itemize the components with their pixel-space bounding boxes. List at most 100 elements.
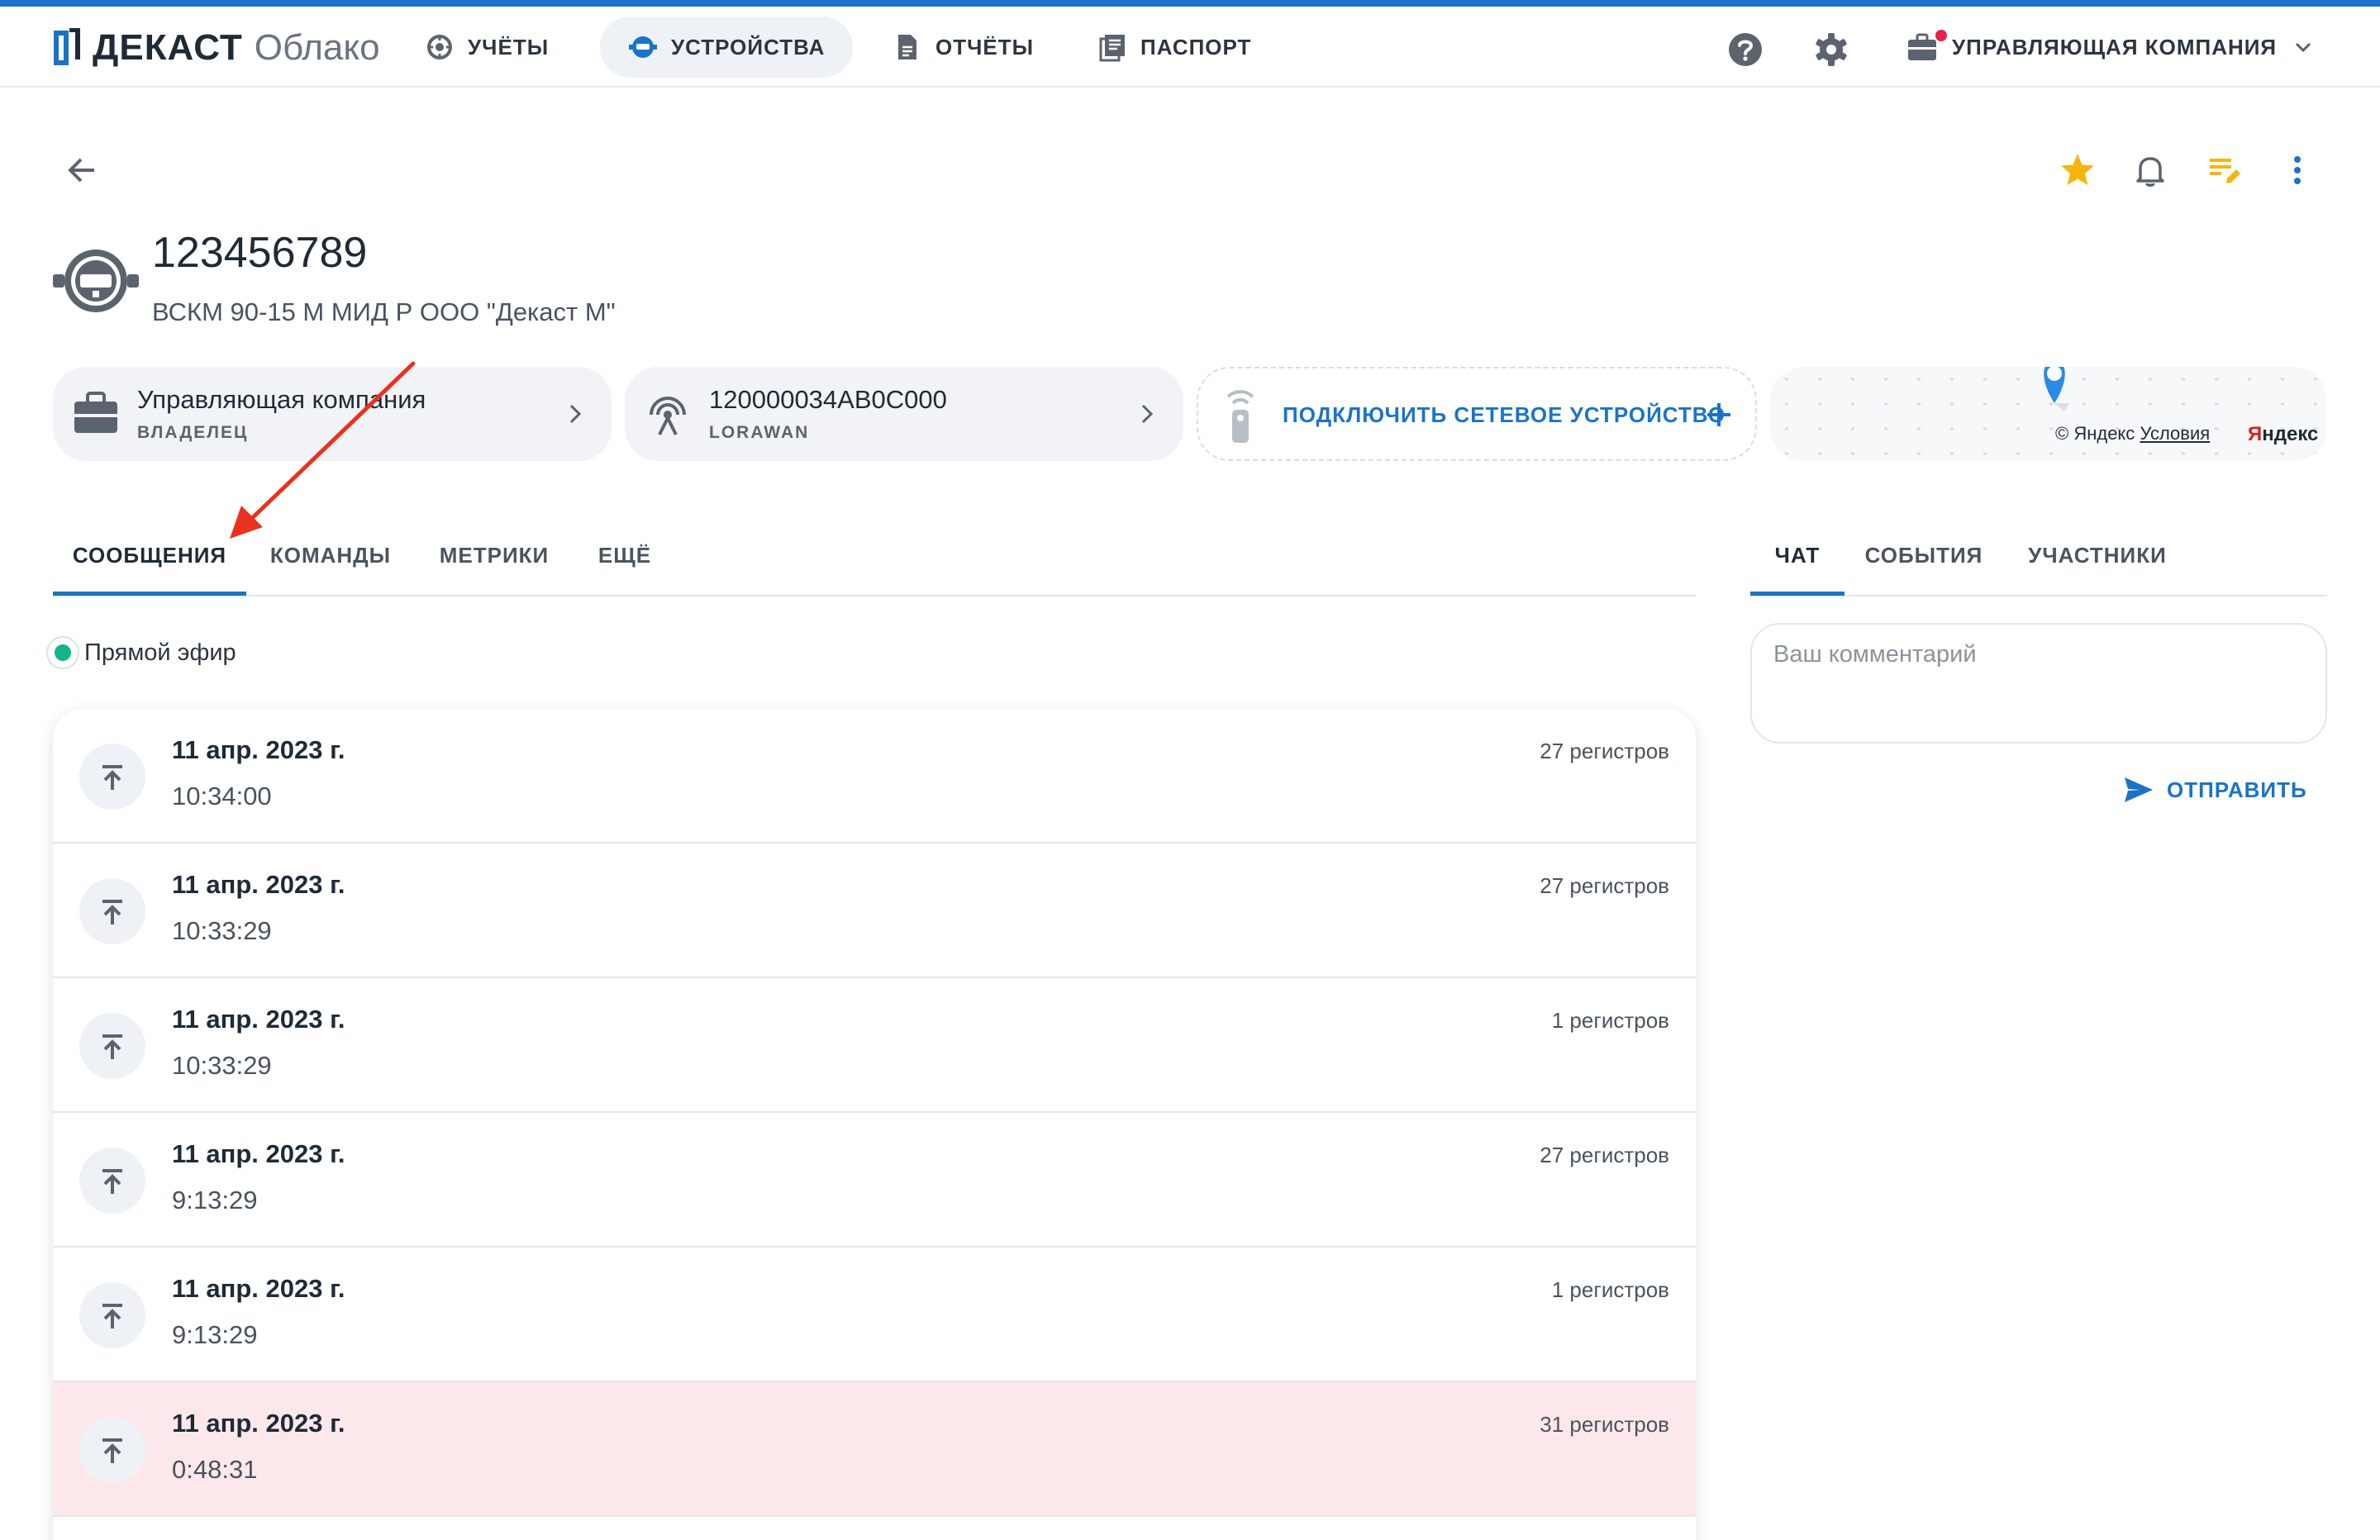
tab-messages[interactable]: СООБЩЕНИЯ xyxy=(53,517,246,593)
message-time: 9:13:29 xyxy=(172,1186,258,1214)
message-date: 11 апр. 2023 г. xyxy=(172,1139,345,1168)
message-time: 9:13:29 xyxy=(172,1320,258,1349)
network-id: 120000034AB0C000 xyxy=(709,385,947,414)
edit-list-icon[interactable] xyxy=(2205,150,2244,190)
message-list: 11 апр. 2023 г. 10:34:00 27 регистров 11… xyxy=(53,709,1696,1540)
briefcase-icon xyxy=(1908,33,1936,60)
send-label: ОТПРАВИТЬ xyxy=(2167,777,2307,802)
nav-label: ПАСПОРТ xyxy=(1140,34,1252,59)
star-icon[interactable] xyxy=(2058,150,2097,190)
top-accent-stripe xyxy=(0,0,2380,7)
gear-icon[interactable] xyxy=(1813,31,1849,68)
connect-label: ПОДКЛЮЧИТЬ СЕТЕВОЕ УСТРОЙСТВО xyxy=(1283,402,1726,427)
message-registers: 31 регистров xyxy=(1540,1412,1669,1437)
message-registers: 27 регистров xyxy=(1540,1143,1669,1167)
device-title: 123456789 xyxy=(152,229,368,277)
help-icon[interactable] xyxy=(1727,31,1764,68)
plus-icon xyxy=(1707,403,1730,426)
logo-brand: ДЕКАСТ xyxy=(93,27,243,68)
message-time: 10:34:00 xyxy=(172,782,272,810)
tab-commands[interactable]: КОМАНДЫ xyxy=(258,517,403,593)
owner-card[interactable]: Управляющая компания ВЛАДЕЛЕЦ xyxy=(53,367,612,461)
top-bar: ДЕКАСТ Облако УЧЁТЫ УСТРОЙСТВА ОТЧЁТЫ ПА… xyxy=(0,7,2380,88)
document-icon xyxy=(898,35,916,59)
live-radio[interactable] xyxy=(46,636,79,669)
connect-network-device-card[interactable]: ПОДКЛЮЧИТЬ СЕТЕВОЕ УСТРОЙСТВО xyxy=(1197,367,1757,461)
briefcase-icon xyxy=(74,392,117,433)
notification-dot xyxy=(1935,30,1947,41)
company-switcher[interactable]: УПРАВЛЯЮЩАЯ КОМПАНИЯ xyxy=(1906,17,2316,78)
message-date: 11 апр. 2023 г. xyxy=(172,1005,345,1034)
logo-mark-icon xyxy=(54,28,80,65)
map-copyright: © Яндекс Условия xyxy=(2055,423,2210,444)
live-toggle[interactable]: Прямой эфир xyxy=(46,636,236,669)
tab-chat[interactable]: ЧАТ xyxy=(1750,517,1844,593)
message-row[interactable]: 11 апр. 2023 г. 9:13:29 27 регистров xyxy=(53,1113,1696,1248)
upload-icon xyxy=(79,1417,145,1483)
upload-icon xyxy=(79,1148,145,1214)
more-vertical-icon[interactable] xyxy=(2278,150,2317,190)
meter-icon xyxy=(427,35,452,59)
remote-signal-icon xyxy=(1226,390,1254,443)
live-label: Прямой эфир xyxy=(84,639,236,666)
message-registers: 1 регистров xyxy=(1551,1008,1669,1033)
yandex-logo-rest: ндекс xyxy=(2262,423,2319,445)
message-registers: 1 регистров xyxy=(1551,1277,1669,1302)
tab-events[interactable]: СОБЫТИЯ xyxy=(1859,517,1988,593)
message-time: 10:33:29 xyxy=(172,1051,272,1080)
message-registers: 27 регистров xyxy=(1540,739,1669,763)
chevron-right-icon xyxy=(1141,404,1154,424)
device-icon xyxy=(629,36,657,58)
tabs-divider xyxy=(53,595,1696,597)
passport-icon xyxy=(1099,35,1125,62)
map-preview[interactable]: © Яндекс Условия Яндекс xyxy=(1770,367,2327,461)
upload-icon xyxy=(79,878,145,944)
map-terms-link[interactable]: Условия xyxy=(2140,423,2210,444)
map-pin-icon xyxy=(2044,367,2069,411)
network-card[interactable]: 120000034AB0C000 LORAWAN xyxy=(625,367,1183,461)
nav-label: УСТРОЙСТВА xyxy=(671,34,826,59)
yandex-logo[interactable]: Яндекс xyxy=(2248,423,2318,446)
bell-icon[interactable] xyxy=(2130,150,2170,190)
message-row-alert[interactable]: 11 апр. 2023 г. 0:48:31 31 регистров xyxy=(53,1382,1696,1517)
antenna-icon xyxy=(650,397,686,435)
nav-item-passport[interactable]: ПАСПОРТ xyxy=(1069,17,1279,78)
nav-item-devices[interactable]: УСТРОЙСТВА xyxy=(600,17,854,78)
upload-icon xyxy=(79,1282,145,1348)
owner-name: Управляющая компания xyxy=(137,385,426,414)
message-row[interactable]: 11 апр. 2023 г. 9:13:29 1 регистров xyxy=(53,1248,1696,1382)
map-copyright-text: © Яндекс xyxy=(2055,423,2135,444)
message-date: 11 апр. 2023 г. xyxy=(172,1274,345,1303)
logo-subtitle: Облако xyxy=(254,27,380,68)
back-arrow-icon[interactable] xyxy=(63,150,102,190)
network-protocol: LORAWAN xyxy=(709,423,810,442)
owner-caption: ВЛАДЕЛЕЦ xyxy=(137,423,249,442)
message-time: 10:33:29 xyxy=(172,916,272,945)
message-date: 11 апр. 2023 г. xyxy=(172,1409,345,1438)
message-date: 11 апр. 2023 г. xyxy=(172,870,345,899)
active-tab-indicator xyxy=(53,592,246,596)
nav-label: ОТЧЁТЫ xyxy=(935,34,1035,59)
message-date: 11 апр. 2023 г. xyxy=(172,735,345,764)
tab-more[interactable]: ЕЩЁ xyxy=(585,517,664,593)
chevron-right-icon xyxy=(569,404,582,424)
message-row[interactable]: 11 апр. 2023 г. 10:33:29 1 регистров xyxy=(53,978,1696,1113)
nav-item-accounts[interactable]: УЧЁТЫ xyxy=(397,17,577,78)
message-row[interactable]: 11 апр. 2023 г. 10:34:00 27 регистров xyxy=(53,709,1696,844)
app-logo[interactable]: ДЕКАСТ Облако xyxy=(53,25,380,71)
chevron-down-icon xyxy=(2296,42,2311,53)
message-row[interactable]: 11 апр. 2023 г. 10:33:29 27 регистров xyxy=(53,844,1696,978)
send-icon xyxy=(2125,777,2153,802)
upload-icon xyxy=(79,744,145,810)
nav-label: УЧЁТЫ xyxy=(468,34,550,59)
message-time: 0:48:31 xyxy=(172,1455,258,1484)
comment-input[interactable] xyxy=(1750,623,2327,744)
tab-metrics[interactable]: МЕТРИКИ xyxy=(425,517,564,593)
water-meter-icon xyxy=(53,250,139,312)
tab-members[interactable]: УЧАСТНИКИ xyxy=(2016,517,2178,593)
send-button[interactable]: ОТПРАВИТЬ xyxy=(2122,770,2307,810)
yandex-logo-first-letter: Я xyxy=(2248,423,2263,445)
active-side-tab-indicator xyxy=(1750,592,1844,596)
nav-item-reports[interactable]: ОТЧЁТЫ xyxy=(864,17,1062,78)
company-label: УПРАВЛЯЮЩАЯ КОМПАНИЯ xyxy=(1952,34,2278,59)
